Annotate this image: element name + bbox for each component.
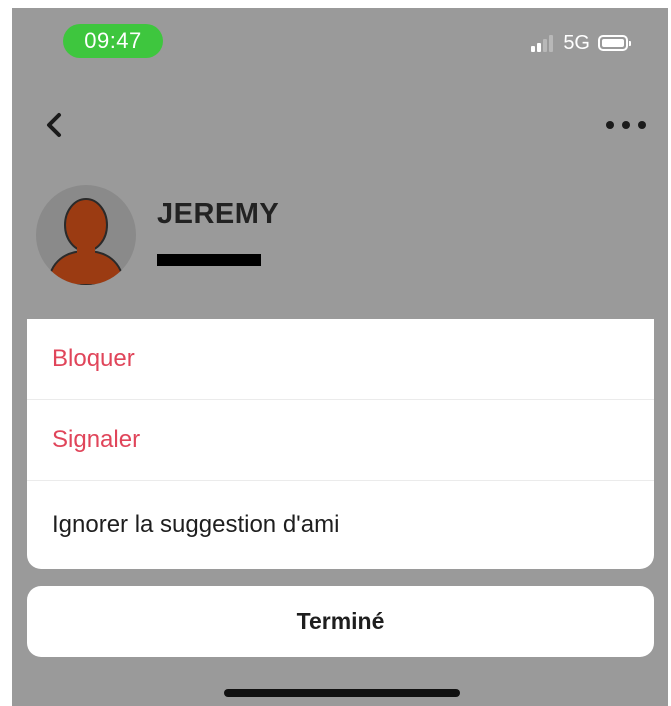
- battery-icon: [598, 35, 631, 51]
- home-indicator[interactable]: [224, 689, 460, 697]
- report-option[interactable]: Signaler: [27, 400, 654, 481]
- report-option-label: Signaler: [52, 426, 141, 453]
- app-screen: 09:47 5G JEREMY Bloquer Signaler Ignorer…: [12, 8, 668, 706]
- avatar: [36, 185, 136, 285]
- default-avatar-icon: [46, 198, 126, 285]
- action-sheet: Bloquer Signaler Ignorer la suggestion d…: [27, 319, 654, 569]
- block-option-label: Bloquer: [52, 345, 135, 372]
- signal-strength-icon: [531, 34, 555, 52]
- block-option[interactable]: Bloquer: [27, 319, 654, 400]
- chevron-left-icon: [47, 113, 61, 137]
- status-indicators: 5G: [531, 30, 631, 56]
- network-type-label: 5G: [563, 31, 590, 54]
- ignore-suggestion-label: Ignorer la suggestion d'ami: [52, 511, 340, 538]
- done-button[interactable]: Terminé: [27, 586, 654, 657]
- redacted-username: [157, 254, 261, 266]
- ignore-suggestion-option[interactable]: Ignorer la suggestion d'ami: [27, 481, 654, 569]
- more-horizontal-icon: [606, 121, 614, 129]
- more-options-button[interactable]: [606, 110, 646, 140]
- profile-name: JEREMY: [157, 198, 280, 230]
- done-button-label: Terminé: [296, 608, 385, 634]
- status-time: 09:47: [63, 24, 163, 58]
- back-button[interactable]: [38, 108, 72, 142]
